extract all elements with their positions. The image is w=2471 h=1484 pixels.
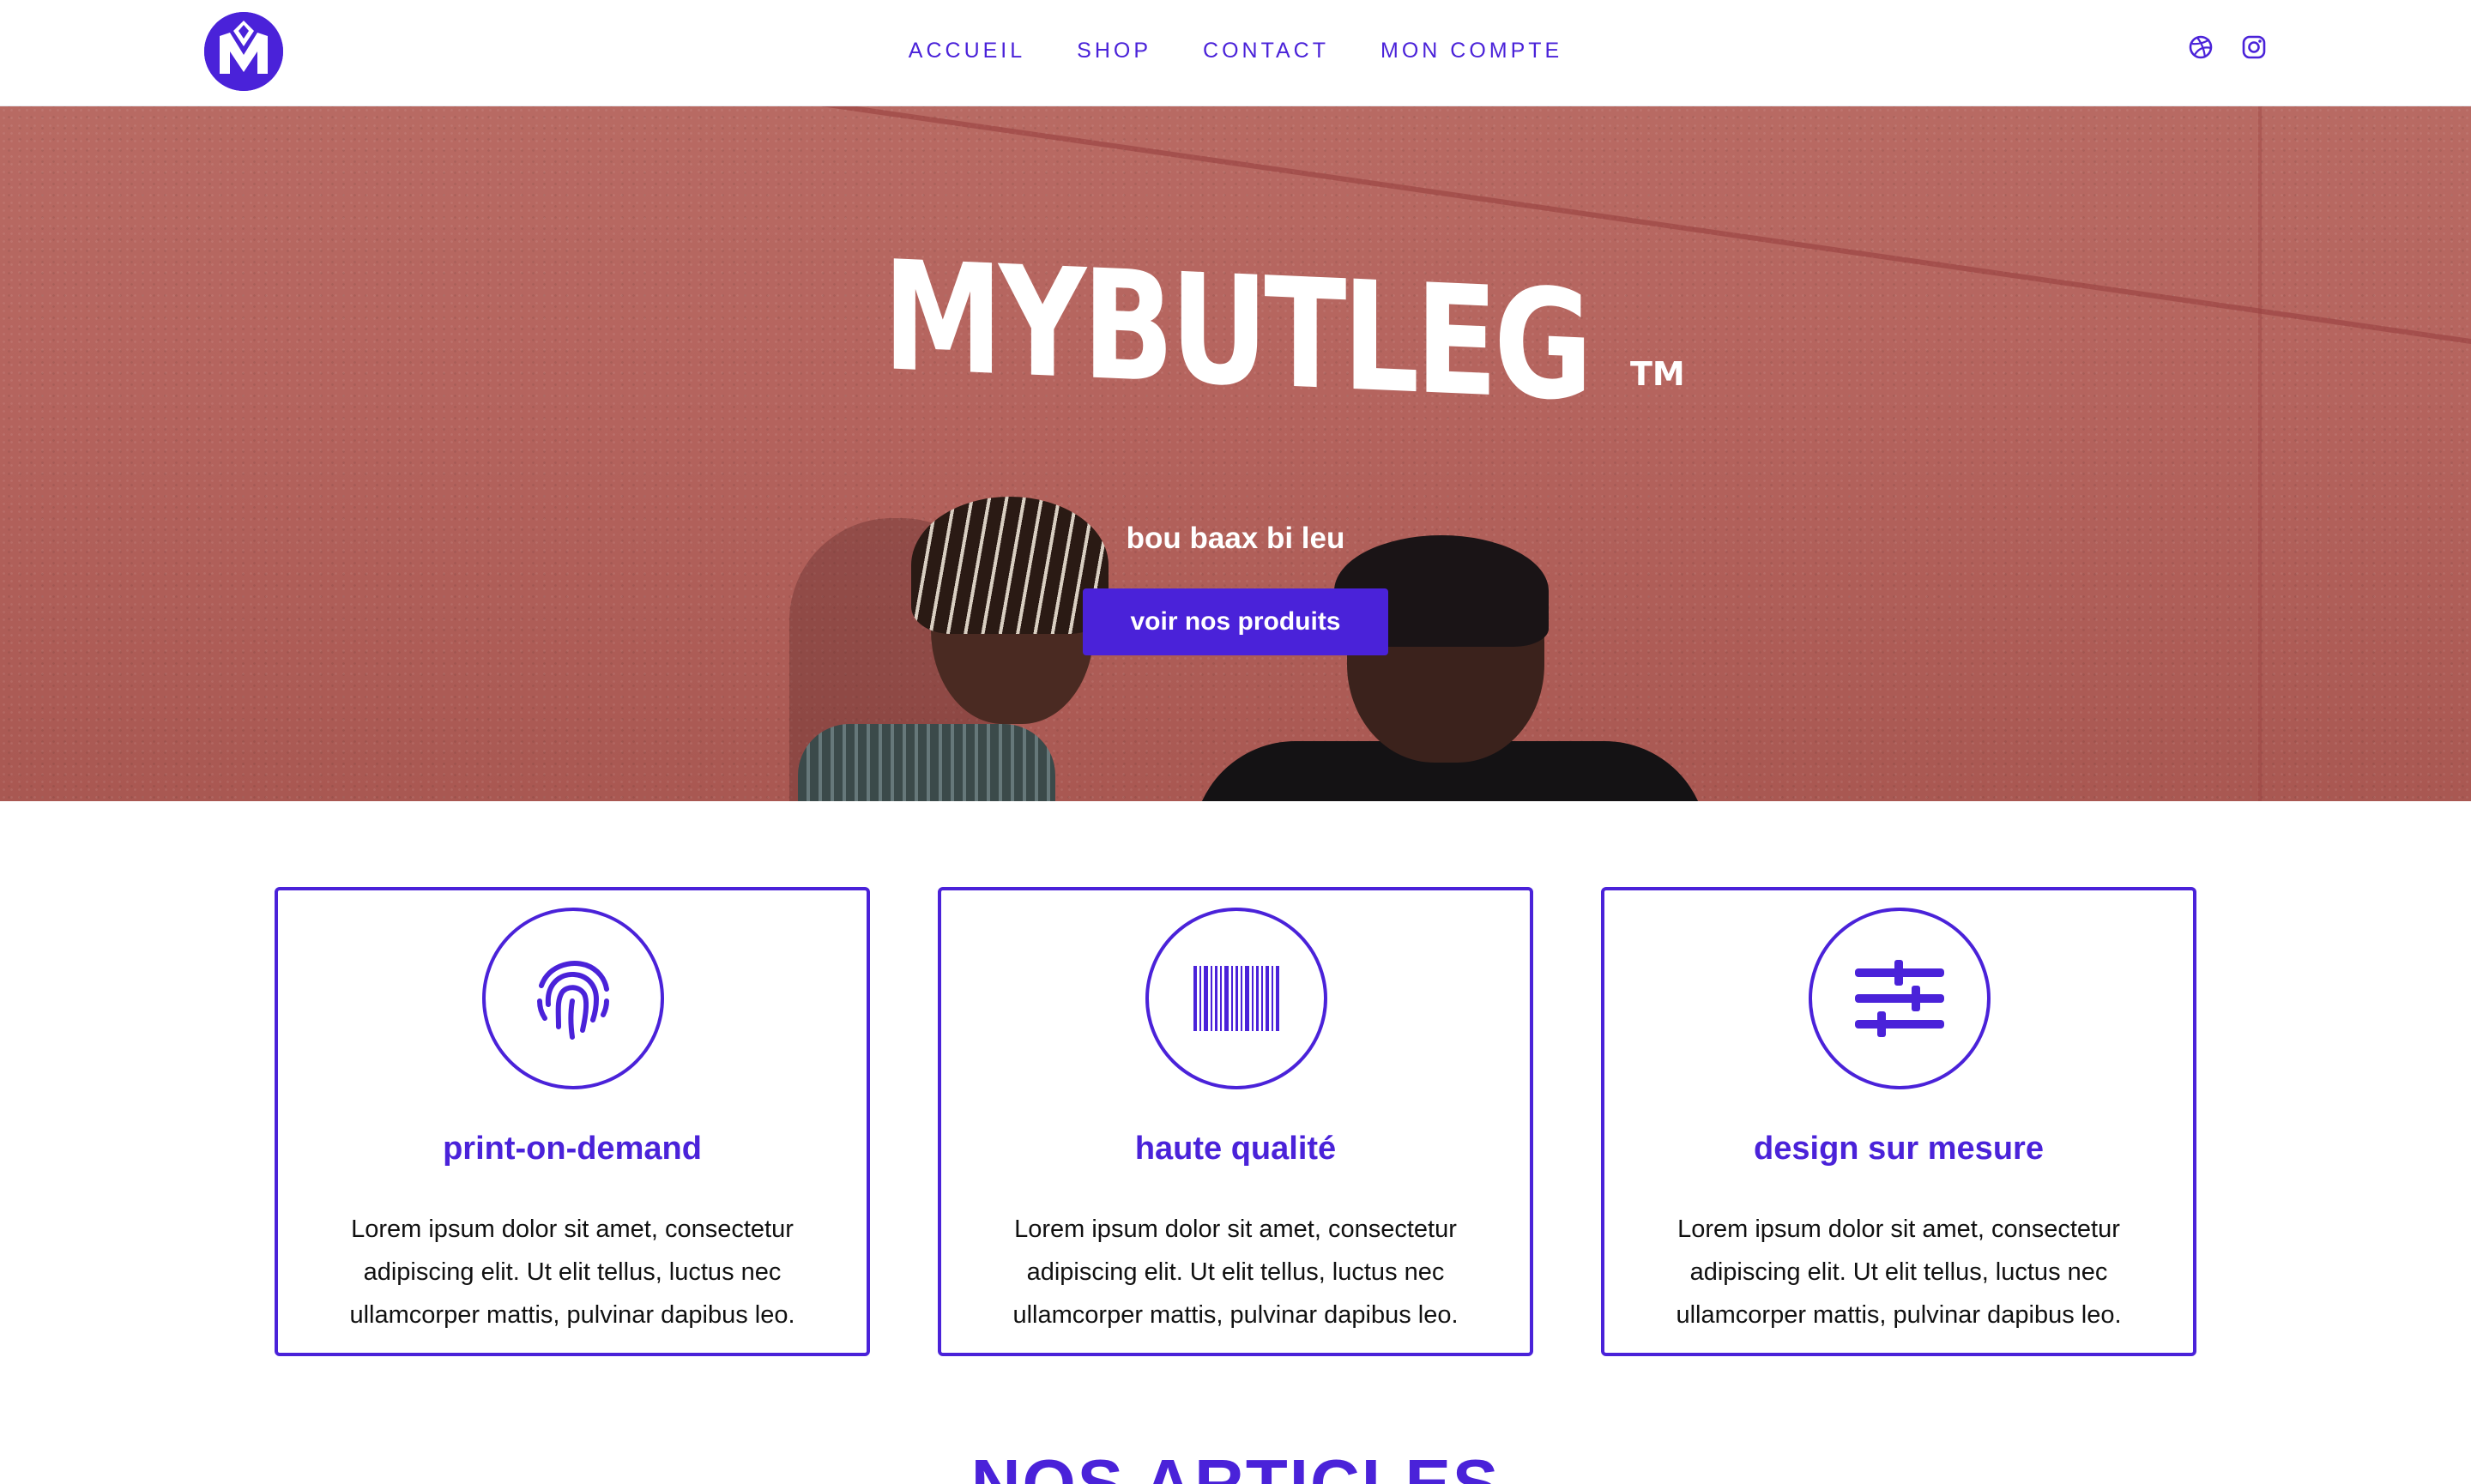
nav-mon-compte[interactable]: MON COMPTE xyxy=(1380,39,1562,63)
nav-contact[interactable]: CONTACT xyxy=(1203,39,1329,63)
brand-name: MYBUTLEG xyxy=(882,228,1589,435)
feature-card-design-sur-mesure: design sur mesure Lorem ipsum dolor sit … xyxy=(1601,887,2196,1356)
hero-person-left-shirt xyxy=(798,724,1055,801)
main-nav: ACCUEIL SHOP CONTACT MON COMPTE xyxy=(0,0,2471,101)
feature-title: design sur mesure xyxy=(1754,1131,2044,1167)
nav-accueil[interactable]: ACCUEIL xyxy=(909,39,1025,63)
nav-shop[interactable]: SHOP xyxy=(1077,39,1151,63)
sliders-icon xyxy=(1855,960,1944,1037)
hero-banner: MYBUTLEG TM bou baax bi leu voir nos pro… xyxy=(0,106,2471,801)
site-header: ACCUEIL SHOP CONTACT MON COMPTE xyxy=(0,0,2471,106)
hero-tagline: bou baax bi leu xyxy=(1126,522,1345,555)
feature-description: Lorem ipsum dolor sit amet, consectetur … xyxy=(1676,1216,2122,1329)
hero-brand-wordmark: MYBUTLEG TM xyxy=(0,228,2471,435)
barcode-icon xyxy=(1193,966,1279,1031)
feature-icon-circle xyxy=(1809,908,1991,1089)
feature-title: print-on-demand xyxy=(443,1131,702,1167)
trademark-mark: TM xyxy=(1630,355,1685,393)
instagram-icon[interactable] xyxy=(2241,34,2267,60)
feature-description: Lorem ipsum dolor sit amet, consectetur … xyxy=(1012,1216,1459,1329)
feature-card-print-on-demand: print-on-demand Lorem ipsum dolor sit am… xyxy=(275,887,870,1356)
feature-icon-circle xyxy=(1145,908,1327,1089)
wall-texture xyxy=(0,106,2471,801)
feature-title: haute qualité xyxy=(1134,1131,1337,1167)
feature-icon-circle xyxy=(482,908,664,1089)
feature-card-haute-qualite: haute qualité Lorem ipsum dolor sit amet… xyxy=(938,887,1533,1356)
fingerprint-icon xyxy=(537,961,609,1040)
social-links xyxy=(2188,34,2267,60)
view-products-button[interactable]: voir nos produits xyxy=(1083,588,1388,655)
feature-description: Lorem ipsum dolor sit amet, consectetur … xyxy=(349,1216,795,1329)
wall-seam-vertical xyxy=(2258,106,2262,801)
section-title-nos-articles: NOS ARTICLES xyxy=(970,1445,1501,1484)
hero-person-left-hair xyxy=(911,497,1109,634)
dribbble-icon[interactable] xyxy=(2188,34,2214,60)
